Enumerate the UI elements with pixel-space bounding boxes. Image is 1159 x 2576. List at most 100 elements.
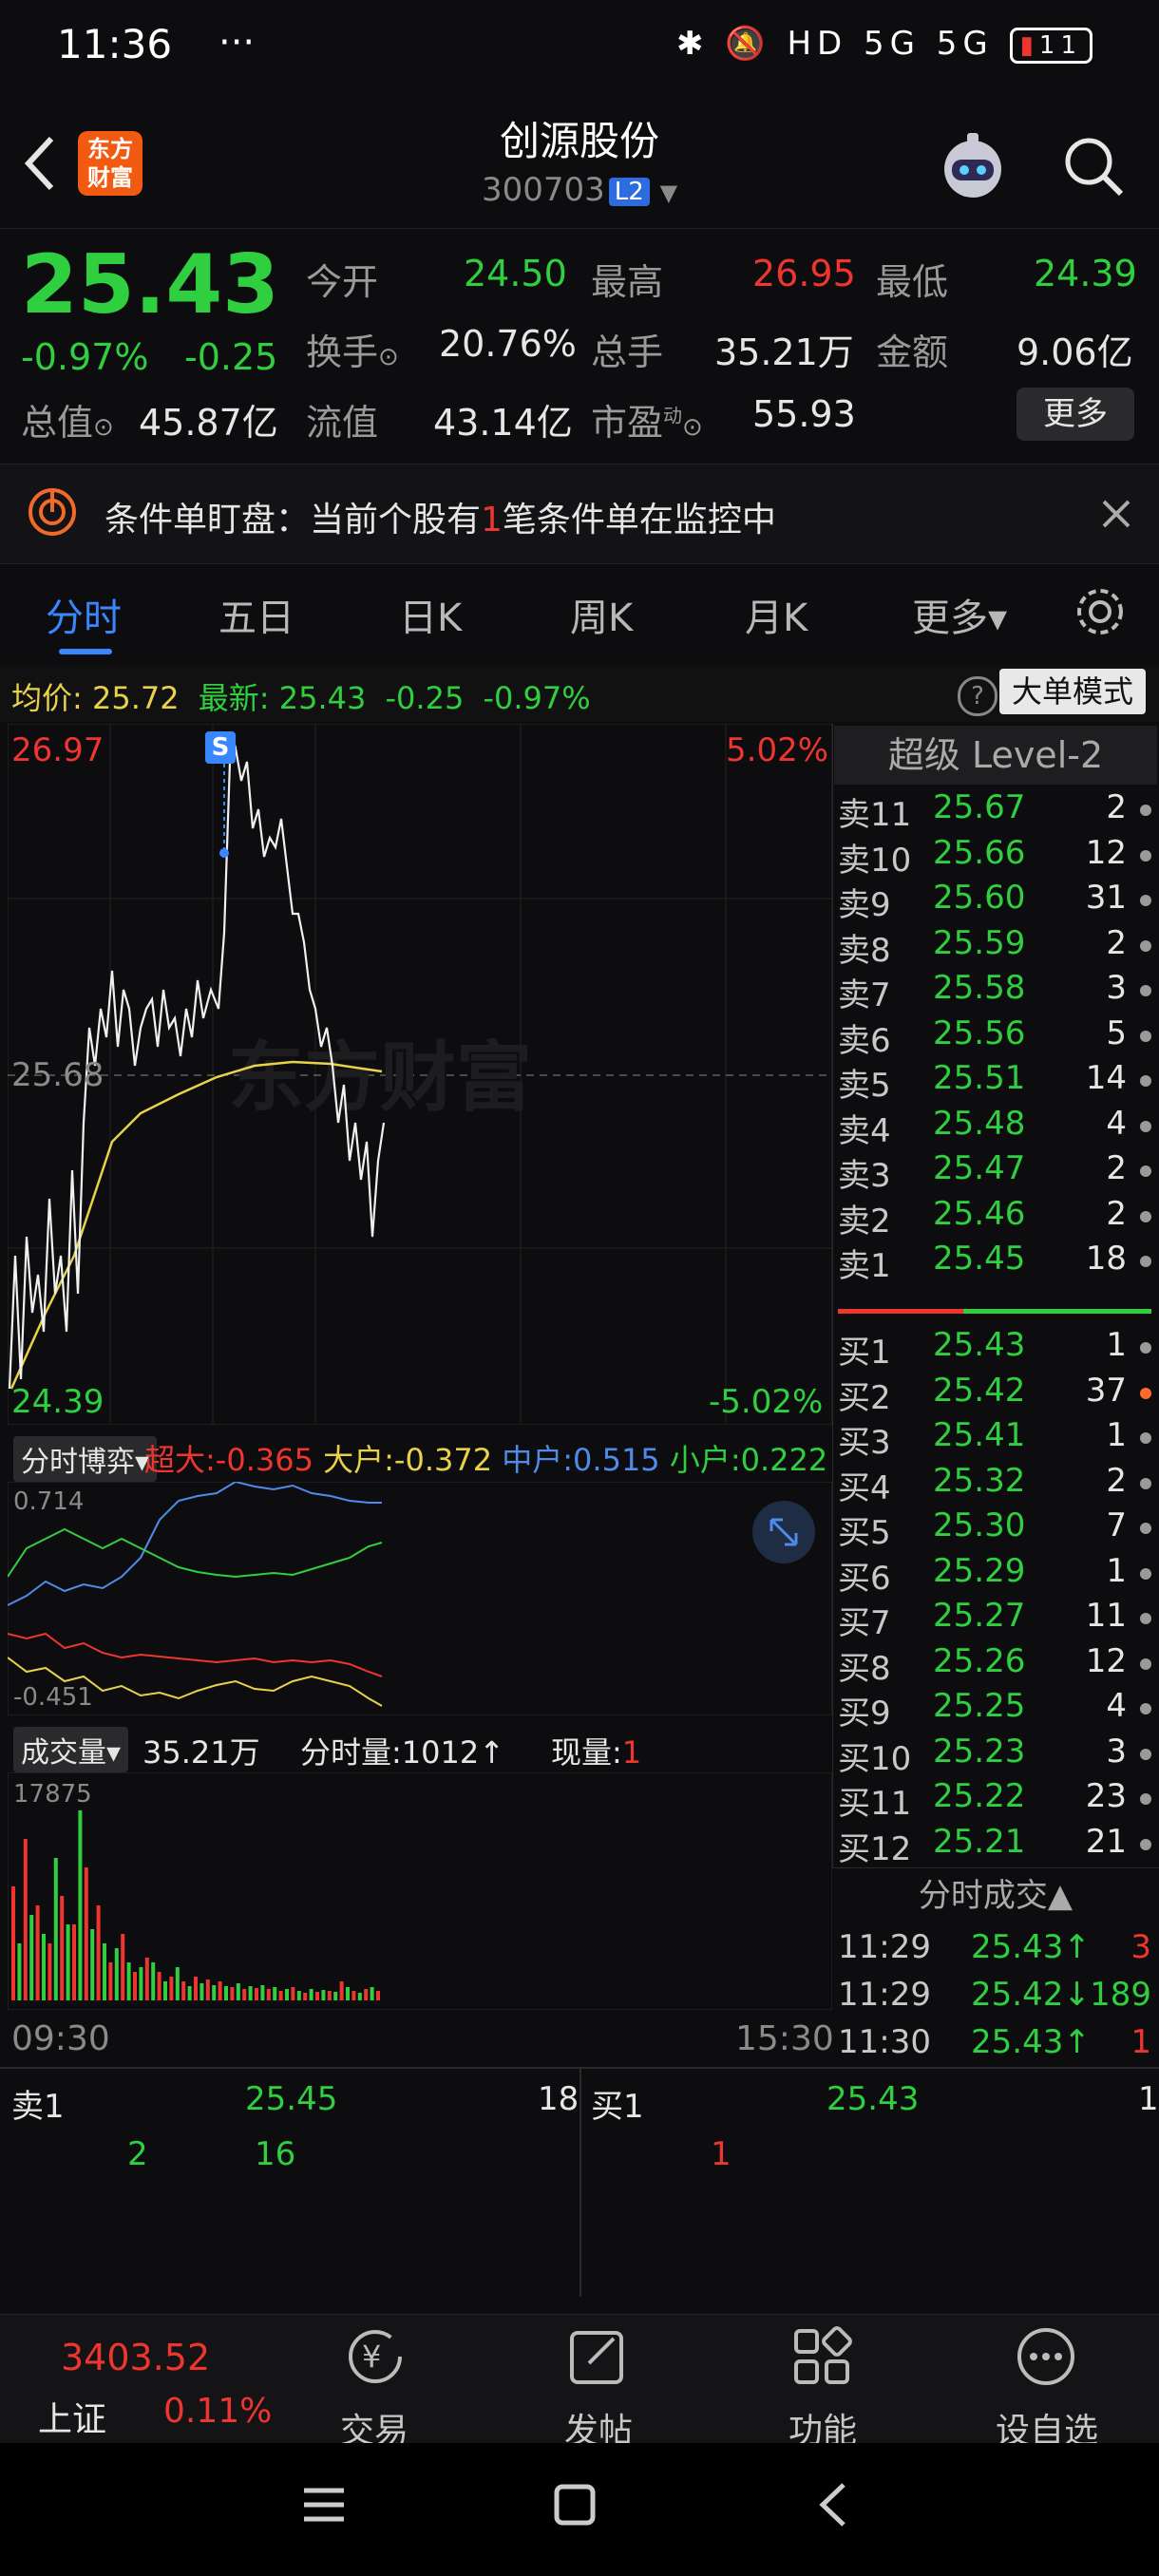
bid-row[interactable]: 买11 25.22 23 xyxy=(838,1777,1151,1823)
fund-flow-chart[interactable] xyxy=(8,1482,832,1715)
index-value[interactable]: 3403.52 xyxy=(61,2337,210,2378)
bid-row[interactable]: 买10 25.23 3 xyxy=(838,1733,1151,1778)
chart-watermark: 东方财富 xyxy=(228,1033,532,1122)
ticks-title[interactable]: 分时成交▲ xyxy=(832,1867,1159,1923)
level-volume: 21 xyxy=(1085,1822,1127,1861)
volume-bar xyxy=(17,1943,22,2000)
volume-bar xyxy=(364,1989,369,2000)
queue-buy-order: 1 xyxy=(711,2135,732,2173)
more-dots-icon[interactable] xyxy=(1015,2325,1077,2388)
volume-bar xyxy=(224,1986,228,2000)
info-icon: ⊙ xyxy=(378,343,399,371)
big-order-mode-button[interactable]: 大单模式 xyxy=(999,669,1146,714)
level-price: 25.47 xyxy=(933,1149,1026,1187)
tab-weekly-k[interactable]: 周K xyxy=(570,587,633,642)
legend-medium-value: 0.515 xyxy=(573,1442,660,1478)
level-dot xyxy=(1140,1523,1151,1534)
tab-five-day[interactable]: 五日 xyxy=(218,587,294,642)
volume-bar xyxy=(103,1943,106,2000)
tab-monthly-k[interactable]: 月K xyxy=(745,587,808,642)
level-price: 25.46 xyxy=(933,1194,1026,1233)
bid-row[interactable]: 买7 25.27 11 xyxy=(838,1597,1151,1642)
level-volume: 2 xyxy=(1106,788,1127,826)
bid-row[interactable]: 买6 25.29 1 xyxy=(838,1552,1151,1598)
pe-dynamic-sup: 动 xyxy=(663,404,683,427)
index-name[interactable]: 上证 xyxy=(38,2392,106,2441)
orderbook-title[interactable]: 超级 Level-2 xyxy=(834,726,1157,785)
bid-row[interactable]: 买3 25.41 1 xyxy=(838,1416,1151,1462)
level-price: 25.51 xyxy=(933,1059,1026,1097)
bid-row[interactable]: 买4 25.32 2 xyxy=(838,1462,1151,1507)
robot-avatar-icon[interactable] xyxy=(933,127,1013,207)
label-pe[interactable]: 市盈动⊙ xyxy=(591,393,703,445)
tab-intraday[interactable]: 分时 xyxy=(46,587,122,642)
ask-row[interactable]: 卖5 25.51 14 xyxy=(838,1059,1151,1105)
bid-row[interactable]: 买8 25.26 12 xyxy=(838,1642,1151,1688)
volume-chart[interactable] xyxy=(8,1772,832,2010)
help-icon[interactable]: ? xyxy=(958,676,998,716)
change-pct: -0.97% xyxy=(21,336,149,378)
volume-bar xyxy=(42,1934,46,2000)
level-price: 25.67 xyxy=(933,788,1026,826)
level-volume: 5 xyxy=(1106,1013,1127,1052)
value-open: 24.50 xyxy=(464,253,567,294)
gear-icon[interactable] xyxy=(1074,585,1127,638)
menu-icon[interactable] xyxy=(302,2483,346,2527)
fund-flow-selector[interactable]: 分时博弈▾ xyxy=(13,1436,158,1482)
close-icon[interactable] xyxy=(1100,498,1132,530)
level-price: 25.26 xyxy=(933,1641,1026,1680)
bid-row[interactable]: 买2 25.42 37 xyxy=(838,1372,1151,1417)
nav-back-icon[interactable] xyxy=(813,2481,851,2529)
level-dot xyxy=(1140,939,1151,952)
sell-signal-marker[interactable]: S xyxy=(205,731,236,764)
volume-selector[interactable]: 成交量▾ xyxy=(13,1727,129,1772)
intraday-price-chart[interactable]: 东方财富 xyxy=(8,724,832,1425)
volume-bar xyxy=(315,1992,319,2000)
bid-row[interactable]: 买1 25.43 1 xyxy=(838,1326,1151,1372)
level-volume: 1 xyxy=(1106,1326,1127,1364)
value-turnover: 20.76% xyxy=(439,323,577,365)
bluetooth-icon: ✱ xyxy=(675,25,710,63)
expand-icon[interactable] xyxy=(750,1499,817,1565)
bid-row[interactable]: 买12 25.21 21 xyxy=(838,1823,1151,1868)
level-label: 买3 xyxy=(838,1424,891,1462)
ask-row[interactable]: 卖8 25.59 2 xyxy=(838,924,1151,970)
ask-row[interactable]: 卖1 25.45 18 xyxy=(838,1240,1151,1285)
volume-bar xyxy=(230,1987,235,2000)
level-dot xyxy=(1140,849,1151,862)
volume-bar xyxy=(163,1981,167,2000)
level-label: 买1 xyxy=(838,1334,891,1372)
level-volume: 23 xyxy=(1085,1777,1127,1815)
ask-row[interactable]: 卖9 25.60 31 xyxy=(838,879,1151,924)
svg-text:¥: ¥ xyxy=(362,2339,381,2375)
post-icon[interactable] xyxy=(566,2325,629,2388)
ask-row[interactable]: 卖4 25.48 4 xyxy=(838,1105,1151,1150)
trade-icon[interactable]: ¥ xyxy=(342,2325,408,2388)
tab-daily-k[interactable]: 日K xyxy=(399,587,462,642)
ask-row[interactable]: 卖10 25.66 12 xyxy=(838,834,1151,880)
ask-row[interactable]: 卖2 25.46 2 xyxy=(838,1195,1151,1241)
bid-row[interactable]: 买5 25.30 7 xyxy=(838,1506,1151,1552)
network-indicator: HD 5G 5G xyxy=(787,25,994,63)
ask-row[interactable]: 卖3 25.47 2 xyxy=(838,1149,1151,1195)
mute-bell-icon: 🔕 xyxy=(725,25,771,63)
volume-now: 现量:1 xyxy=(551,1729,641,1772)
volume-total: 35.21万 xyxy=(142,1734,260,1771)
label-turnover[interactable]: 换手⊙ xyxy=(306,323,399,375)
ask-row[interactable]: 卖11 25.67 2 xyxy=(838,788,1151,834)
tab-more[interactable]: 更多▾ xyxy=(912,587,1007,642)
bid-row[interactable]: 买9 25.25 4 xyxy=(838,1687,1151,1733)
volume-bar xyxy=(151,1962,156,2000)
more-button[interactable]: 更多 xyxy=(1016,388,1134,441)
function-grid-icon[interactable] xyxy=(790,2325,853,2388)
ask-row[interactable]: 卖7 25.58 3 xyxy=(838,969,1151,1014)
search-icon[interactable] xyxy=(1060,133,1127,199)
label-total-value[interactable]: 总值⊙ xyxy=(21,393,114,445)
volume-bar xyxy=(157,1972,162,2000)
volume-bar xyxy=(205,1979,210,2000)
ask-row[interactable]: 卖6 25.56 5 xyxy=(838,1014,1151,1060)
queue-buy-label: 买1 xyxy=(591,2088,644,2126)
home-icon[interactable] xyxy=(553,2483,597,2527)
volume-bar xyxy=(296,1991,301,2000)
change-amount: -0.25 xyxy=(184,336,278,378)
